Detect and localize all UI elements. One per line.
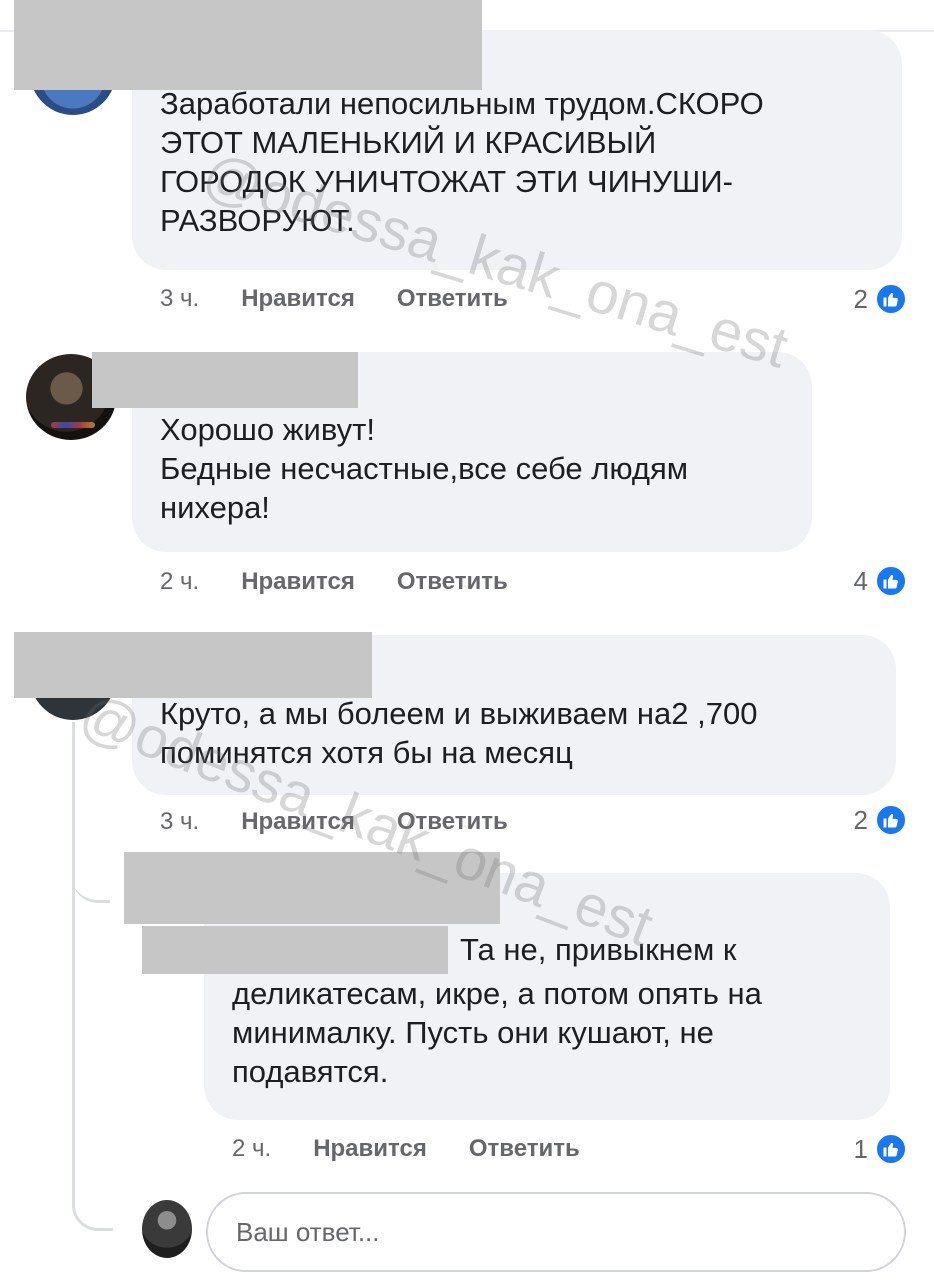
like-icon	[874, 282, 908, 316]
thread-connector-line	[72, 722, 113, 1231]
redacted-name	[92, 352, 358, 408]
comment-text: Заработали непосильным трудом.СКОРО ЭТОТ…	[160, 86, 764, 238]
comment-actions: 3 ч. Нравится Ответить	[160, 285, 508, 313]
like-button[interactable]: Нравится	[241, 285, 355, 313]
comment-time[interactable]: 3 ч.	[160, 285, 199, 313]
current-user-avatar[interactable]	[142, 1200, 192, 1258]
like-icon	[874, 803, 908, 837]
comment-time[interactable]: 2 ч.	[160, 568, 199, 596]
reaction-summary[interactable]: 2	[854, 282, 908, 316]
reply-button[interactable]: Ответить	[469, 1135, 580, 1163]
like-icon	[874, 564, 908, 598]
reply-button[interactable]: Ответить	[397, 285, 508, 313]
redacted-name	[124, 852, 500, 924]
reaction-count: 2	[853, 804, 868, 835]
reply-text-first-line: Та не, привыкнем к	[460, 932, 737, 967]
reaction-count: 2	[853, 283, 868, 314]
reaction-count: 4	[853, 565, 868, 596]
like-icon	[874, 1132, 908, 1166]
comment-actions: 2 ч. Нравится Ответить	[232, 1135, 580, 1163]
reaction-summary[interactable]: 2	[854, 803, 908, 837]
reaction-summary[interactable]: 1	[854, 1132, 908, 1166]
comment-time[interactable]: 3 ч.	[160, 808, 199, 836]
redacted-mention	[142, 926, 448, 974]
redacted-name	[14, 632, 372, 698]
like-button[interactable]: Нравится	[313, 1135, 427, 1163]
reply-text: деликатесам, икре, а потом опять на мини…	[232, 976, 762, 1089]
reply-button[interactable]: Ответить	[397, 808, 508, 836]
comment-actions: 2 ч. Нравится Ответить	[160, 568, 508, 596]
comment-text: Хорошо живут! Бедные несчастные,все себе…	[160, 412, 689, 525]
comment-actions: 3 ч. Нравится Ответить	[160, 808, 508, 836]
reaction-count: 1	[853, 1133, 868, 1164]
reply-input[interactable]	[206, 1192, 906, 1272]
comment-text: Круто, а мы болеем и выживаем на2 ,700 п…	[160, 696, 758, 770]
like-button[interactable]: Нравится	[241, 568, 355, 596]
like-button[interactable]: Нравится	[241, 808, 355, 836]
reply-button[interactable]: Ответить	[397, 568, 508, 596]
redacted-name	[14, 0, 482, 90]
comment-time[interactable]: 2 ч.	[232, 1135, 271, 1163]
reaction-summary[interactable]: 4	[854, 564, 908, 598]
